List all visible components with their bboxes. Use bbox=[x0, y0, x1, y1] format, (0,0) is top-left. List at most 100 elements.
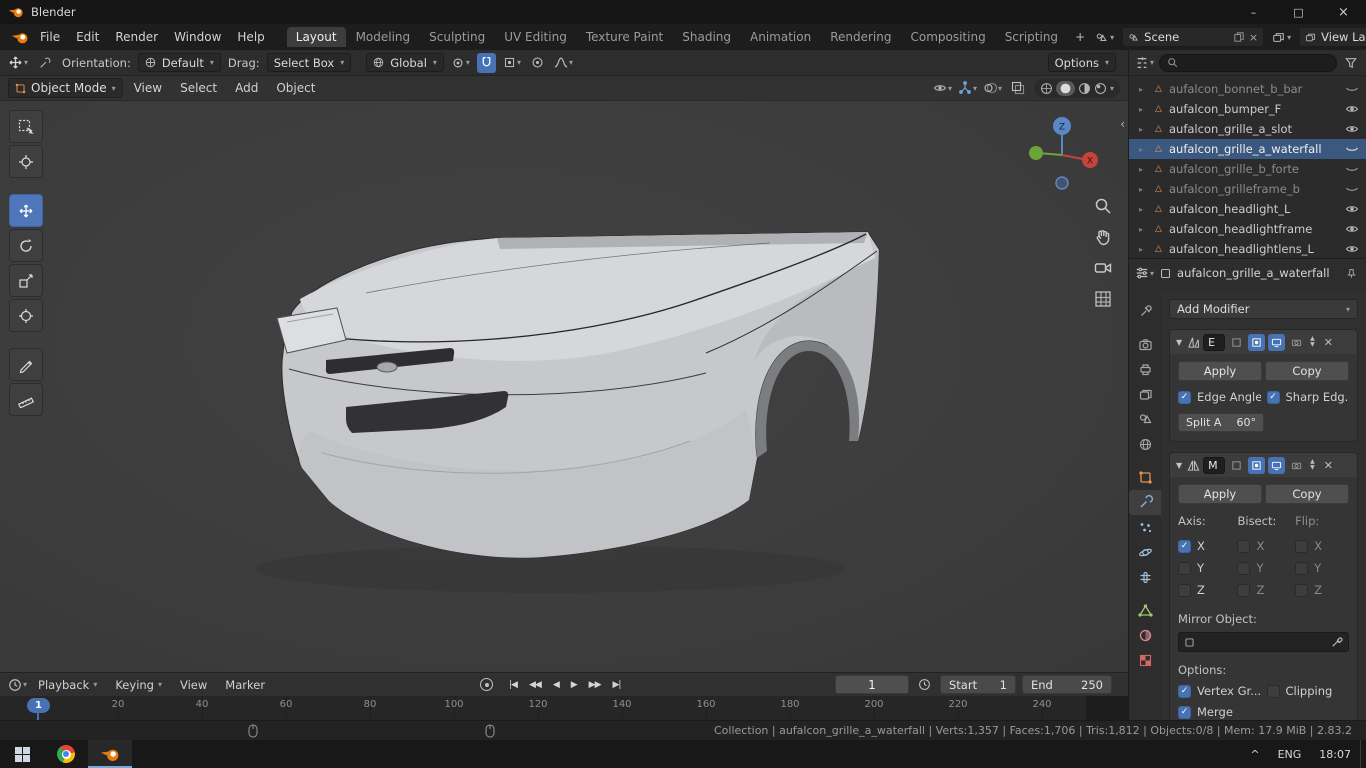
visibility-visible-icon[interactable] bbox=[1344, 202, 1360, 216]
object-visibility-dropdown[interactable] bbox=[933, 81, 952, 95]
mirror-object-field[interactable] bbox=[1178, 632, 1349, 652]
tool-transform[interactable] bbox=[9, 299, 43, 332]
flip-x-checkbox[interactable] bbox=[1295, 540, 1308, 553]
workspace-tab-sculpting[interactable]: Sculpting bbox=[420, 27, 494, 47]
tool-select-box[interactable] bbox=[9, 110, 43, 143]
active-tool-dropdown[interactable] bbox=[8, 55, 28, 70]
current-frame-field[interactable]: 1 bbox=[835, 675, 909, 694]
outliner-row[interactable]: ▸ △ aufalcon_bumper_F bbox=[1129, 99, 1366, 119]
modifier-mirror-header[interactable]: ▼ M ▲▼ ✕ bbox=[1170, 453, 1357, 477]
tab-view-layer[interactable] bbox=[1129, 382, 1161, 407]
language-indicator[interactable]: ENG bbox=[1269, 740, 1311, 768]
disclosure-icon[interactable]: ▸ bbox=[1139, 225, 1148, 234]
modifier-edgesplit-header[interactable]: ▼ E ▲▼ ✕ bbox=[1170, 330, 1357, 354]
remove-modifier-button[interactable]: ✕ bbox=[1321, 336, 1336, 349]
flip-y-checkbox[interactable] bbox=[1295, 562, 1308, 575]
shading-rendered-icon[interactable] bbox=[1094, 82, 1107, 95]
outliner-row[interactable]: ▸ △ aufalcon_bonnet_b_bar bbox=[1129, 79, 1366, 99]
modifier-name-field[interactable]: E bbox=[1203, 334, 1225, 351]
workspace-tab-compositing[interactable]: Compositing bbox=[901, 27, 994, 47]
menu-window[interactable]: Window bbox=[166, 24, 229, 50]
mirror-axis-z-checkbox[interactable] bbox=[1178, 584, 1191, 597]
visibility-visible-icon[interactable] bbox=[1344, 122, 1360, 136]
menu-viewport-add[interactable]: Add bbox=[228, 81, 265, 95]
menu-timeline-view[interactable]: View bbox=[173, 678, 214, 692]
jump-to-end-button[interactable]: ▶| bbox=[609, 680, 625, 690]
workspace-tab-shading[interactable]: Shading bbox=[673, 27, 740, 47]
workspace-tab-animation[interactable]: Animation bbox=[741, 27, 820, 47]
menu-keying[interactable]: Keying bbox=[108, 678, 169, 692]
workspace-tab-scripting[interactable]: Scripting bbox=[996, 27, 1067, 47]
bisect-z-checkbox[interactable] bbox=[1237, 584, 1250, 597]
navigation-gizmo[interactable]: Z X bbox=[1024, 113, 1100, 193]
use-preview-range-icon[interactable] bbox=[915, 675, 934, 695]
next-keyframe-button[interactable]: ▶▶ bbox=[585, 680, 605, 690]
start-button[interactable] bbox=[0, 740, 44, 768]
menu-file[interactable]: File bbox=[32, 24, 68, 50]
new-scene-button[interactable] bbox=[1234, 32, 1244, 42]
menu-viewport-select[interactable]: Select bbox=[173, 81, 224, 95]
gizmos-dropdown[interactable] bbox=[958, 81, 977, 95]
outliner-search-input[interactable] bbox=[1159, 54, 1337, 72]
outliner-editor-type-dropdown[interactable] bbox=[1135, 56, 1154, 70]
close-button[interactable]: × bbox=[1321, 0, 1366, 24]
merge-checkbox[interactable] bbox=[1178, 706, 1191, 719]
tab-world[interactable] bbox=[1129, 432, 1161, 457]
workspace-tab-modeling[interactable]: Modeling bbox=[347, 27, 420, 47]
tab-scene[interactable] bbox=[1129, 407, 1161, 432]
show-on-cage-toggle[interactable] bbox=[1228, 334, 1245, 351]
outliner-row[interactable]: ▸ △ aufalcon_grilleframe_b bbox=[1129, 179, 1366, 199]
start-frame-field[interactable]: Start 1 bbox=[940, 675, 1016, 694]
shading-options-dropdown[interactable] bbox=[1110, 84, 1114, 93]
mirror-axis-x-checkbox[interactable] bbox=[1178, 540, 1191, 553]
apply-button[interactable]: Apply bbox=[1178, 484, 1262, 504]
snap-toggle[interactable] bbox=[477, 53, 496, 73]
shading-solid-icon[interactable] bbox=[1056, 81, 1075, 96]
tab-output[interactable] bbox=[1129, 357, 1161, 382]
proportional-editing-toggle[interactable] bbox=[528, 53, 547, 73]
show-on-cage-toggle[interactable] bbox=[1228, 457, 1245, 474]
tool-measure[interactable] bbox=[9, 383, 43, 416]
proportional-falloff-dropdown[interactable] bbox=[554, 56, 573, 69]
tab-particles[interactable] bbox=[1129, 515, 1161, 540]
overlays-dropdown[interactable] bbox=[983, 81, 1002, 95]
tab-texture[interactable] bbox=[1129, 648, 1161, 673]
vertex-groups-checkbox[interactable] bbox=[1178, 685, 1191, 698]
disclosure-icon[interactable]: ▸ bbox=[1139, 125, 1148, 134]
tab-material[interactable] bbox=[1129, 623, 1161, 648]
move-modifier-buttons[interactable]: ▲▼ bbox=[1308, 336, 1317, 348]
visibility-hidden-icon[interactable] bbox=[1344, 142, 1360, 156]
jump-to-start-button[interactable]: |◀ bbox=[505, 680, 521, 690]
prev-keyframe-button[interactable]: ◀◀ bbox=[525, 680, 545, 690]
outliner-filter-icon[interactable] bbox=[1342, 53, 1360, 73]
scene-browse-button[interactable] bbox=[1092, 29, 1117, 46]
tool-scale[interactable] bbox=[9, 264, 43, 297]
flip-z-checkbox[interactable] bbox=[1295, 584, 1308, 597]
tab-modifiers[interactable] bbox=[1129, 490, 1161, 515]
view-layer-browse-button[interactable] bbox=[1269, 29, 1294, 46]
expand-icon[interactable]: ▼ bbox=[1174, 461, 1184, 470]
auto-keying-toggle[interactable] bbox=[480, 678, 493, 691]
pin-icon[interactable] bbox=[1343, 263, 1360, 283]
workspace-tab-texture-paint[interactable]: Texture Paint bbox=[577, 27, 672, 47]
mode-dropdown[interactable]: Object Mode bbox=[8, 78, 123, 98]
visibility-hidden-icon[interactable] bbox=[1344, 182, 1360, 196]
scene-selector[interactable]: Scene × bbox=[1122, 27, 1264, 47]
tool-annotate[interactable] bbox=[9, 348, 43, 381]
orientation-select[interactable]: Default bbox=[138, 53, 221, 72]
disclosure-icon[interactable]: ▸ bbox=[1139, 245, 1148, 254]
car-model[interactable] bbox=[150, 201, 930, 672]
unlink-scene-button[interactable]: × bbox=[1249, 31, 1258, 44]
options-dropdown[interactable]: Options bbox=[1048, 53, 1116, 72]
modifier-name-field[interactable]: M bbox=[1203, 457, 1225, 474]
blender-menu-icon[interactable] bbox=[8, 27, 32, 47]
camera-view-icon[interactable] bbox=[1094, 259, 1112, 277]
clock[interactable]: 18:07 bbox=[1310, 740, 1360, 768]
disclosure-icon[interactable]: ▸ bbox=[1139, 105, 1148, 114]
xray-toggle[interactable] bbox=[1008, 78, 1028, 98]
menu-render[interactable]: Render bbox=[107, 24, 166, 50]
view-layer-selector[interactable]: View Layer × bbox=[1299, 27, 1366, 47]
end-frame-field[interactable]: End 250 bbox=[1022, 675, 1112, 694]
disclosure-icon[interactable]: ▸ bbox=[1139, 85, 1148, 94]
mirror-axis-y-checkbox[interactable] bbox=[1178, 562, 1191, 575]
